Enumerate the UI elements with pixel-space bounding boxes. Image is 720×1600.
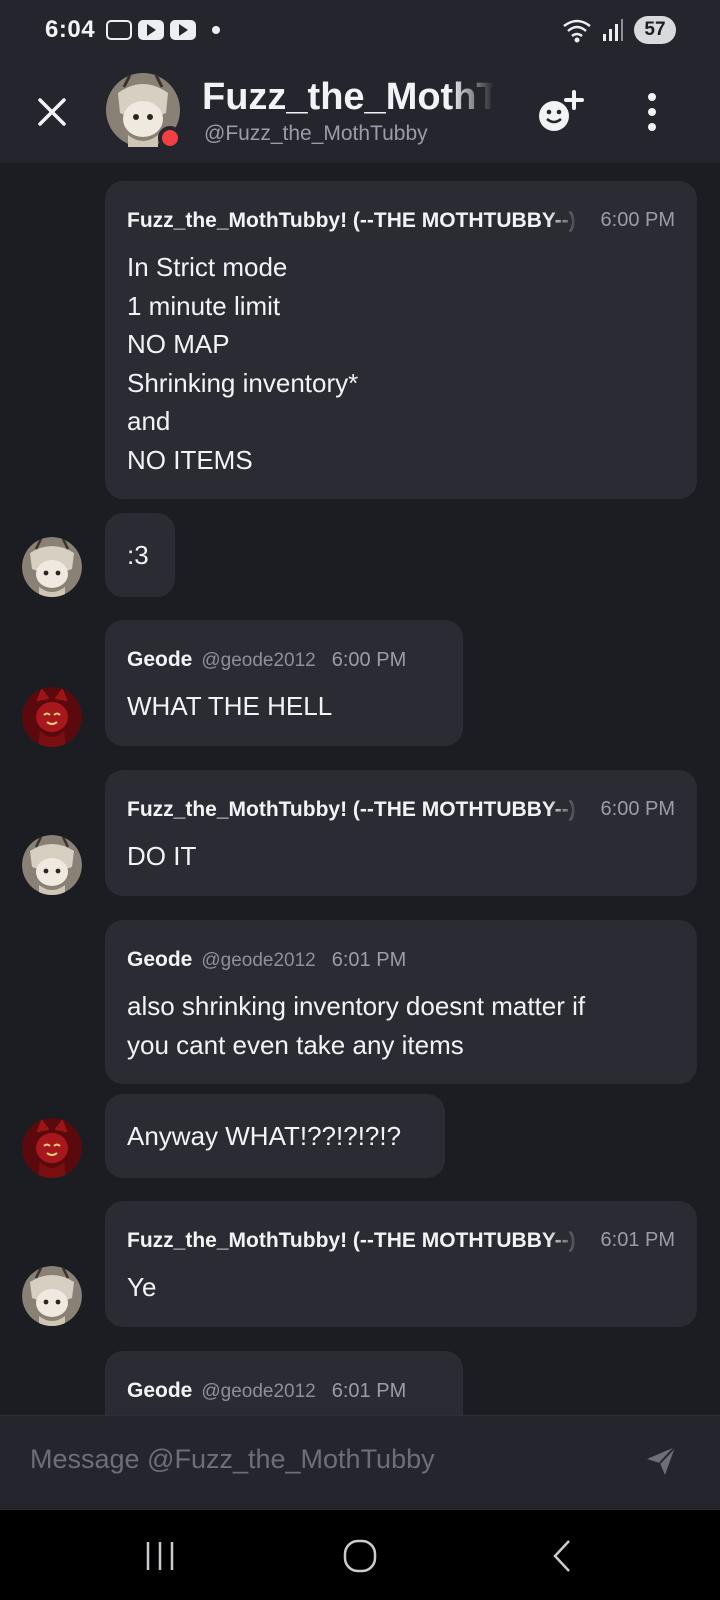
message-bubble[interactable]: Fuzz_the_MothTubby! (--THE MOTHTUBBY--) … <box>105 770 697 896</box>
system-navigation-bar <box>0 1510 720 1600</box>
avatar[interactable] <box>22 1118 82 1178</box>
send-icon[interactable] <box>644 1444 678 1478</box>
message-timestamp: 6:01 PM <box>331 949 407 971</box>
message-bubble[interactable]: Anyway WHAT!??!?!?!? <box>105 1094 445 1178</box>
message-bubble[interactable]: Geode @geode2012 6:00 PM WHAT THE HELL <box>105 620 463 746</box>
message-author[interactable]: Geode <box>127 948 192 972</box>
message-timestamp: 6:01 PM <box>331 1380 407 1402</box>
system-icons: 57 <box>562 16 676 44</box>
message-text: also shrinking inventory doesnt matter i… <box>127 991 586 1060</box>
message-text: Ye <box>127 1272 157 1302</box>
dnd-status-indicator <box>158 126 182 150</box>
back-button[interactable] <box>543 1536 583 1576</box>
more-notifications-icon <box>212 26 220 34</box>
message-text: :3 <box>127 540 149 570</box>
avatar[interactable] <box>22 537 82 597</box>
battery-indicator: 57 <box>634 16 676 44</box>
message-timestamp: 6:00 PM <box>600 209 675 231</box>
youtube-icon <box>170 20 196 40</box>
close-icon <box>38 98 66 126</box>
message-text: DO IT <box>127 841 197 871</box>
message-composer <box>0 1415 720 1510</box>
message-timestamp: 6:00 PM <box>600 798 675 820</box>
status-time: 6:04 <box>45 16 96 43</box>
screenshot-icon <box>106 20 132 40</box>
message-bubble[interactable]: Fuzz_the_MothTubby! (--THE MOTHTUBBY--) … <box>105 181 697 499</box>
dm-handle: @Fuzz_the_MothTubby <box>204 122 428 145</box>
notification-icons <box>106 20 220 40</box>
add-friend-button[interactable] <box>534 88 588 136</box>
avatar[interactable] <box>22 835 82 895</box>
dm-header: Fuzz_the_MothTubby @Fuzz_the_MothTubby <box>0 62 720 164</box>
avatar[interactable] <box>22 1266 82 1326</box>
avatar[interactable] <box>22 687 82 747</box>
youtube-icon <box>138 20 164 40</box>
message-input[interactable] <box>30 1444 590 1475</box>
dm-title[interactable]: Fuzz_the_MothTubby <box>202 76 494 119</box>
home-button[interactable] <box>340 1536 380 1576</box>
message-bubble[interactable]: Geode @geode2012 6:01 PM <box>105 1351 463 1415</box>
message-author[interactable]: Geode <box>127 648 192 672</box>
recent-apps-button[interactable] <box>140 1536 180 1576</box>
message-list[interactable]: Fuzz_the_MothTubby! (--THE MOTHTUBBY--) … <box>0 165 720 1415</box>
message-author[interactable]: Fuzz_the_MothTubby! (--THE MOTHTUBBY--) <box>127 798 579 822</box>
message-header: Fuzz_the_MothTubby! (--THE MOTHTUBBY--) <box>127 209 579 233</box>
signal-icon <box>603 19 623 41</box>
message-author-handle: @geode2012 <box>201 1381 316 1402</box>
message-timestamp: 6:00 PM <box>331 649 407 671</box>
close-button[interactable] <box>30 90 74 134</box>
message-author-handle: @geode2012 <box>201 950 316 971</box>
message-text: WHAT THE HELL <box>127 691 333 721</box>
message-bubble[interactable]: Fuzz_the_MothTubby! (--THE MOTHTUBBY--) … <box>105 1201 697 1327</box>
message-header: Geode @geode2012 6:01 PM <box>127 1379 406 1403</box>
message-author-handle: @geode2012 <box>201 650 316 671</box>
message-timestamp: 6:01 PM <box>600 1229 675 1251</box>
message-bubble[interactable]: Geode @geode2012 6:01 PM also shrinking … <box>105 920 697 1084</box>
status-bar: 6:04 57 <box>0 0 720 62</box>
message-author[interactable]: Fuzz_the_MothTubby! (--THE MOTHTUBBY--) <box>127 1229 579 1253</box>
message-bubble[interactable]: :3 <box>105 513 175 597</box>
message-author[interactable]: Fuzz_the_MothTubby! (--THE MOTHTUBBY--) <box>127 209 579 233</box>
message-header: Fuzz_the_MothTubby! (--THE MOTHTUBBY--) <box>127 798 579 822</box>
more-options-button[interactable] <box>636 90 668 134</box>
message-header: Fuzz_the_MothTubby! (--THE MOTHTUBBY--) <box>127 1229 579 1253</box>
message-text: Anyway WHAT!??!?!?!? <box>127 1121 402 1151</box>
message-header: Geode @geode2012 6:01 PM <box>127 948 406 972</box>
message-header: Geode @geode2012 6:00 PM <box>127 648 406 672</box>
message-author[interactable]: Geode <box>127 1379 192 1403</box>
wifi-icon <box>563 19 591 43</box>
